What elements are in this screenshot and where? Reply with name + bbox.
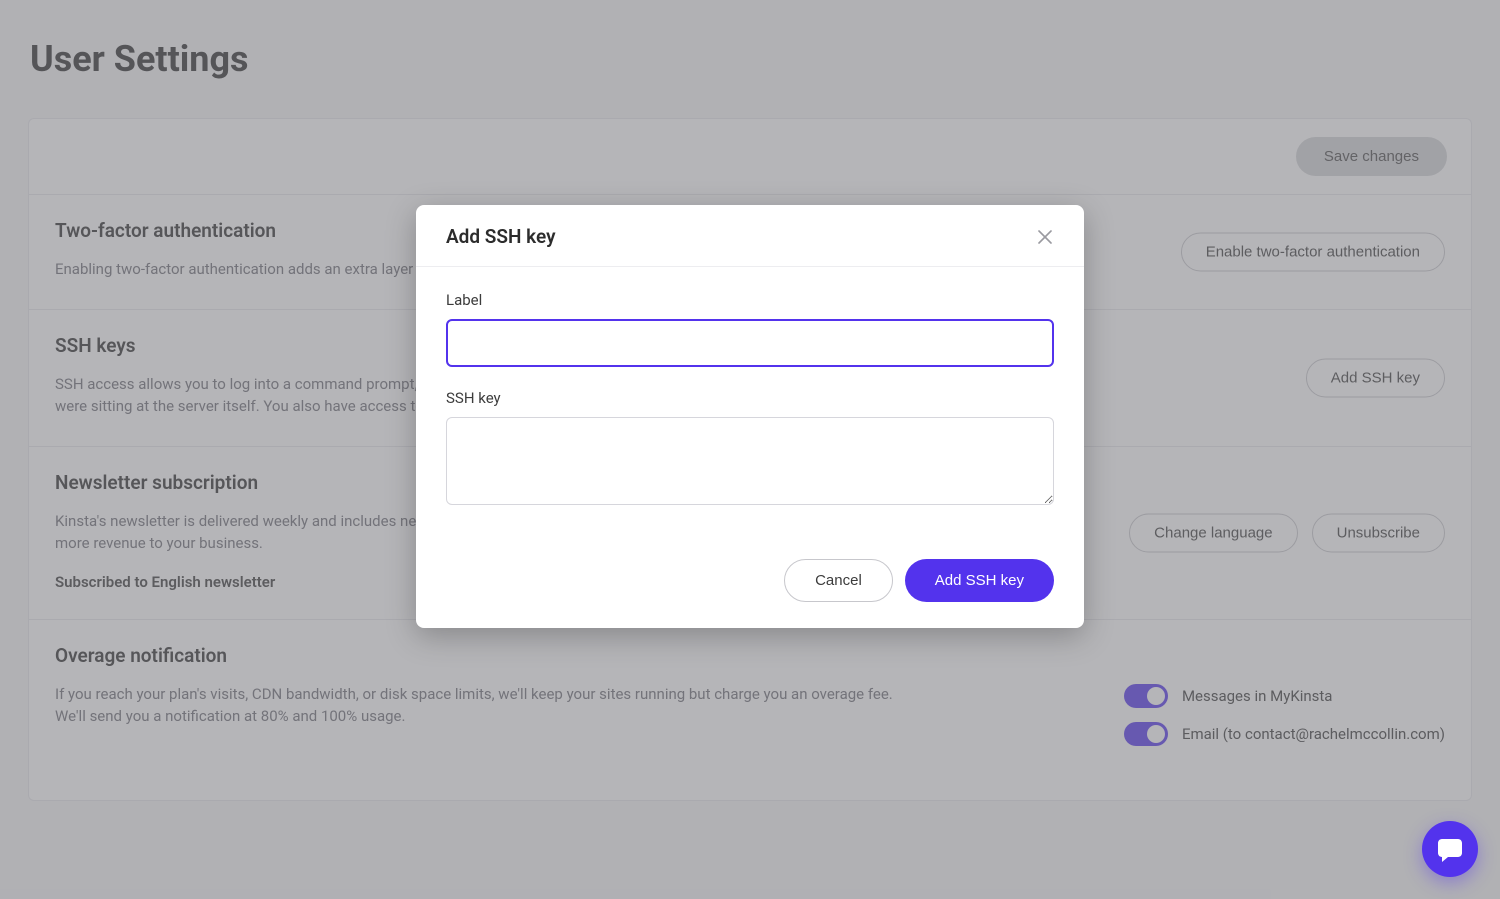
close-icon[interactable] <box>1036 228 1054 246</box>
modal-title: Add SSH key <box>446 225 556 248</box>
chat-launcher-icon[interactable] <box>1422 821 1478 877</box>
cancel-button[interactable]: Cancel <box>784 559 893 602</box>
sshkey-group: SSH key <box>446 389 1054 509</box>
modal-footer: Cancel Add SSH key <box>416 537 1084 628</box>
add-ssh-key-modal: Add SSH key Label SSH key <box>416 205 1084 628</box>
label-field-label: Label <box>446 291 1054 309</box>
settings-page: User Settings Save changes Two-factor au… <box>0 0 1500 899</box>
modal-header: Add SSH key <box>416 205 1084 267</box>
modal-overlay[interactable]: Add SSH key Label SSH key <box>0 0 1500 899</box>
sshkey-field-label: SSH key <box>446 389 1054 407</box>
label-group: Label <box>446 291 1054 367</box>
submit-add-ssh-key-button[interactable]: Add SSH key <box>905 559 1054 602</box>
modal-body: Label SSH key <box>416 267 1084 537</box>
sshkey-textarea[interactable] <box>446 417 1054 505</box>
label-input[interactable] <box>446 319 1054 367</box>
